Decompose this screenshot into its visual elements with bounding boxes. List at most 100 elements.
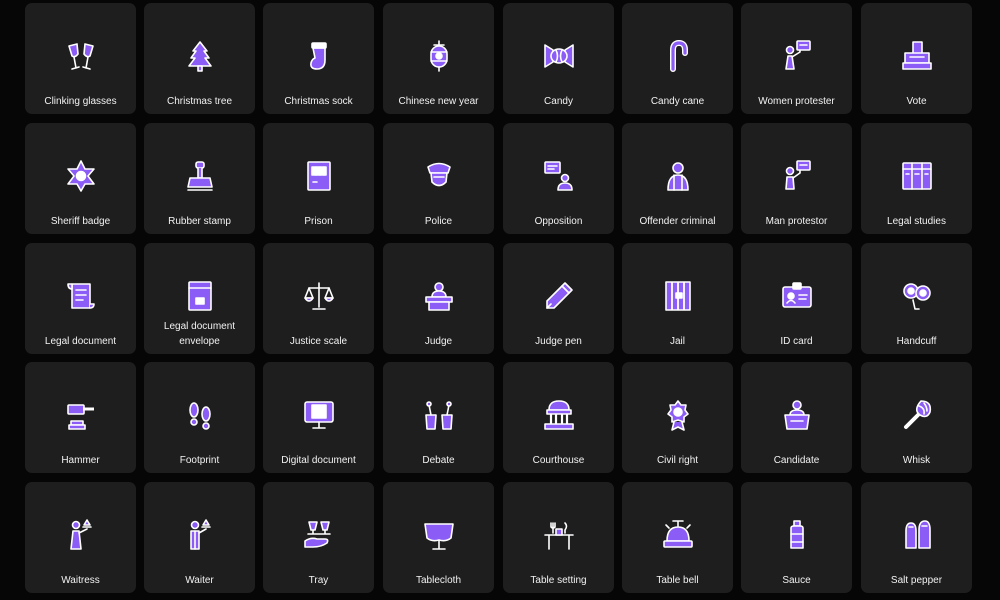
icon-tile-waitress[interactable]: Waitress	[25, 482, 136, 593]
tile-label: Digital document	[281, 455, 356, 466]
opposition-icon	[541, 158, 577, 194]
tile-label: Sheriff badge	[50, 216, 111, 227]
tile-label: Whisk	[902, 455, 931, 466]
icon-tile-legal-document-envelope[interactable]: Legal document envelope	[144, 243, 255, 354]
icon-tile-prison[interactable]: Prison	[263, 123, 374, 234]
icon-tile-jail[interactable]: Jail	[622, 243, 733, 354]
icon-tile-handcuff[interactable]: Handcuff	[861, 243, 972, 354]
icon-tile-candy[interactable]: Candy	[503, 3, 614, 114]
icon-tile-legal-document[interactable]: Legal document	[25, 243, 136, 354]
icon-tile-opposition[interactable]: Opposition	[503, 123, 614, 234]
legal-document-envelope-icon	[182, 278, 218, 314]
icon-tile-tray[interactable]: Tray	[263, 482, 374, 593]
legal-studies-icon	[899, 158, 935, 194]
tile-label: Table setting	[530, 575, 587, 586]
digital-document-icon	[301, 397, 337, 433]
icon-tile-legal-studies[interactable]: Legal studies	[861, 123, 972, 234]
icon-tile-judge[interactable]: Judge	[383, 243, 494, 354]
tile-label: Offender criminal	[639, 216, 716, 227]
waitress-icon	[63, 517, 99, 553]
tile-label: Legal studies	[887, 216, 946, 227]
tile-label: Tablecloth	[415, 575, 462, 586]
icon-tile-table-bell[interactable]: Table bell	[622, 482, 733, 593]
tile-label: Opposition	[534, 216, 583, 227]
tile-label: Man protestor	[765, 216, 828, 227]
tile-label: Hammer	[61, 455, 100, 466]
icon-tile-waiter[interactable]: Waiter	[144, 482, 255, 593]
tile-label: Civil right	[656, 455, 699, 466]
salt-pepper-icon	[899, 517, 935, 553]
icon-tile-id-card[interactable]: ID card	[741, 243, 852, 354]
icon-tile-justice-scale[interactable]: Justice scale	[263, 243, 374, 354]
icon-tile-salt-pepper[interactable]: Salt pepper	[861, 482, 972, 593]
tile-label: Rubber stamp	[168, 216, 231, 227]
legal-document-icon	[63, 278, 99, 314]
justice-scale-icon	[301, 278, 337, 314]
tile-label: Candy cane	[650, 96, 705, 107]
handcuff-icon	[899, 278, 935, 314]
icon-tile-christmas-sock[interactable]: Christmas sock	[263, 3, 374, 114]
whisk-icon	[899, 397, 935, 433]
icon-grid: Clinking glasses Christmas tree Christmas …	[0, 0, 1000, 600]
icon-tile-debate[interactable]: Debate	[383, 362, 494, 473]
footprint-icon	[182, 397, 218, 433]
courthouse-icon	[541, 397, 577, 433]
icon-tile-rubber-stamp[interactable]: Rubber stamp	[144, 123, 255, 234]
icon-tile-clinking-glasses[interactable]: Clinking glasses	[25, 3, 136, 114]
candidate-icon	[779, 397, 815, 433]
icon-tile-candidate[interactable]: Candidate	[741, 362, 852, 473]
tile-label: Waitress	[61, 575, 100, 586]
tray-icon	[301, 517, 337, 553]
icon-tile-tablecloth[interactable]: Tablecloth	[383, 482, 494, 593]
candy-cane-icon	[660, 38, 696, 74]
icon-tile-christmas-tree[interactable]: Christmas tree	[144, 3, 255, 114]
icon-tile-vote[interactable]: Vote	[861, 3, 972, 114]
icon-tile-women-protester[interactable]: Women protester	[741, 3, 852, 114]
clinking-glasses-icon	[63, 38, 99, 74]
icon-tile-man-protestor[interactable]: Man protestor	[741, 123, 852, 234]
icon-tile-police[interactable]: Police	[383, 123, 494, 234]
tile-label: Legal document	[44, 336, 117, 347]
tile-label: Chinese new year	[398, 96, 479, 107]
icon-tile-offender-criminal[interactable]: Offender criminal	[622, 123, 733, 234]
civil-right-icon	[660, 397, 696, 433]
offender-criminal-icon	[660, 158, 696, 194]
tile-label: Christmas sock	[284, 96, 353, 107]
table-setting-icon	[541, 517, 577, 553]
icon-tile-judge-pen[interactable]: Judge pen	[503, 243, 614, 354]
tile-label: Sauce	[782, 575, 811, 586]
icon-tile-candy-cane[interactable]: Candy cane	[622, 3, 733, 114]
icon-tile-civil-right[interactable]: Civil right	[622, 362, 733, 473]
tile-label: Handcuff	[896, 336, 937, 347]
tile-label: Salt pepper	[890, 575, 943, 586]
prison-icon	[301, 158, 337, 194]
icon-tile-hammer[interactable]: Hammer	[25, 362, 136, 473]
icon-tile-sheriff-badge[interactable]: Sheriff badge	[25, 123, 136, 234]
christmas-tree-icon	[182, 38, 218, 74]
women-protester-icon	[779, 38, 815, 74]
icon-tile-chinese-lantern[interactable]: Chinese new year	[383, 3, 494, 114]
icon-tile-courthouse[interactable]: Courthouse	[503, 362, 614, 473]
man-protestor-icon	[779, 158, 815, 194]
judge-pen-icon	[541, 278, 577, 314]
tile-label: Police	[424, 216, 453, 227]
tile-label: Prison	[304, 216, 333, 227]
christmas-sock-icon	[301, 38, 337, 74]
icon-tile-digital-document[interactable]: Digital document	[263, 362, 374, 473]
icon-tile-footprint[interactable]: Footprint	[144, 362, 255, 473]
tile-label: Table bell	[656, 575, 699, 586]
tile-label: Christmas tree	[166, 96, 232, 107]
waiter-icon	[182, 517, 218, 553]
icon-tile-sauce[interactable]: Sauce	[741, 482, 852, 593]
chinese-lantern-icon	[421, 38, 457, 74]
debate-icon	[421, 397, 457, 433]
tile-label: Legal document envelope	[163, 321, 236, 347]
judge-icon	[421, 278, 457, 314]
icon-tile-whisk[interactable]: Whisk	[861, 362, 972, 473]
sauce-icon	[779, 517, 815, 553]
table-bell-icon	[660, 517, 696, 553]
tile-label: Candy	[544, 96, 573, 107]
tile-label: Justice scale	[289, 336, 348, 347]
icon-tile-table-setting[interactable]: Table setting	[503, 482, 614, 593]
tile-label: Courthouse	[532, 455, 585, 466]
